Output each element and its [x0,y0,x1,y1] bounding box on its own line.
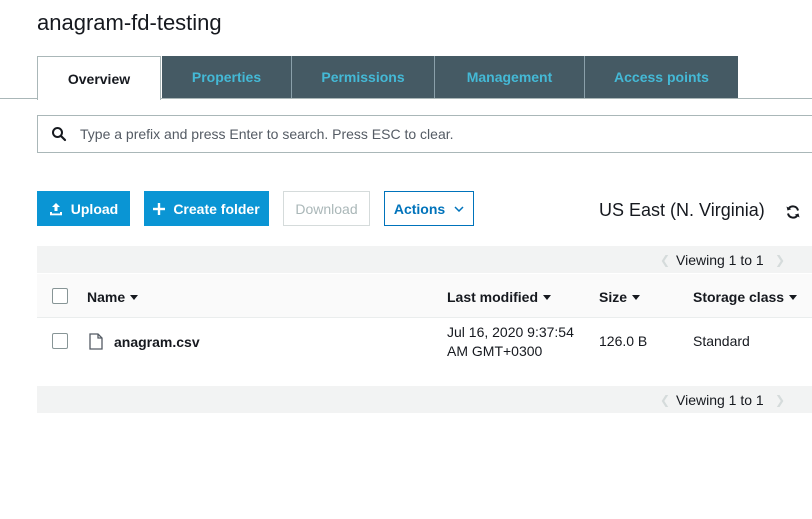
viewing-count-bottom: Viewing 1 to 1 [676,392,764,408]
viewing-count-top: Viewing 1 to 1 [676,252,764,268]
search-input[interactable] [80,126,780,142]
tab-overview[interactable]: Overview [37,56,161,100]
plus-icon [153,202,166,215]
column-header-size-label: Size [599,289,628,305]
sort-caret-icon [789,294,798,300]
chevron-right-icon[interactable]: ❯ [775,253,785,267]
chevron-right-icon[interactable]: ❯ [775,393,785,407]
file-icon [89,333,103,355]
tab-access-points[interactable]: Access points [585,56,738,98]
upload-label: Upload [70,200,119,217]
upload-button[interactable]: Upload [37,191,130,226]
upload-icon [49,202,63,216]
column-header-size[interactable]: Size [599,289,641,305]
column-header-storage-class-label: Storage class [693,289,785,305]
last-modified-line1: Jul 16, 2020 9:37:54 [447,324,574,340]
column-header-storage-class[interactable]: Storage class [693,289,798,305]
column-header-last-modified-label: Last modified [447,289,539,305]
tab-properties[interactable]: Properties [162,56,292,98]
file-name-link[interactable]: anagram.csv [114,334,200,350]
chevron-left-icon[interactable]: ❮ [660,253,670,267]
refresh-icon[interactable] [785,204,801,225]
chevron-down-icon [454,205,464,212]
actions-label: Actions [393,200,446,217]
create-folder-button[interactable]: Create folder [144,191,269,226]
search-icon [38,126,80,142]
page-title: anagram-fd-testing [37,10,222,35]
column-header-last-modified[interactable]: Last modified [447,289,552,305]
tab-management[interactable]: Management [435,56,585,98]
actions-dropdown[interactable]: Actions [384,191,474,226]
file-size: 126.0 B [599,333,648,349]
tab-permissions[interactable]: Permissions [292,56,435,98]
create-folder-label: Create folder [173,200,260,217]
download-button[interactable]: Download [283,191,370,226]
region-label: US East (N. Virginia) [599,200,765,220]
row-checkbox[interactable] [52,333,68,349]
sort-caret-icon [543,294,552,300]
column-header-name-label: Name [87,289,126,305]
sort-caret-icon [130,294,139,300]
chevron-left-icon[interactable]: ❮ [660,393,670,407]
last-modified-line2: AM GMT+0300 [447,343,543,359]
sort-caret-icon [632,294,641,300]
column-header-name[interactable]: Name [87,289,139,305]
search-bar [37,115,812,153]
select-all-checkbox[interactable] [52,288,68,304]
storage-class: Standard [693,333,750,349]
